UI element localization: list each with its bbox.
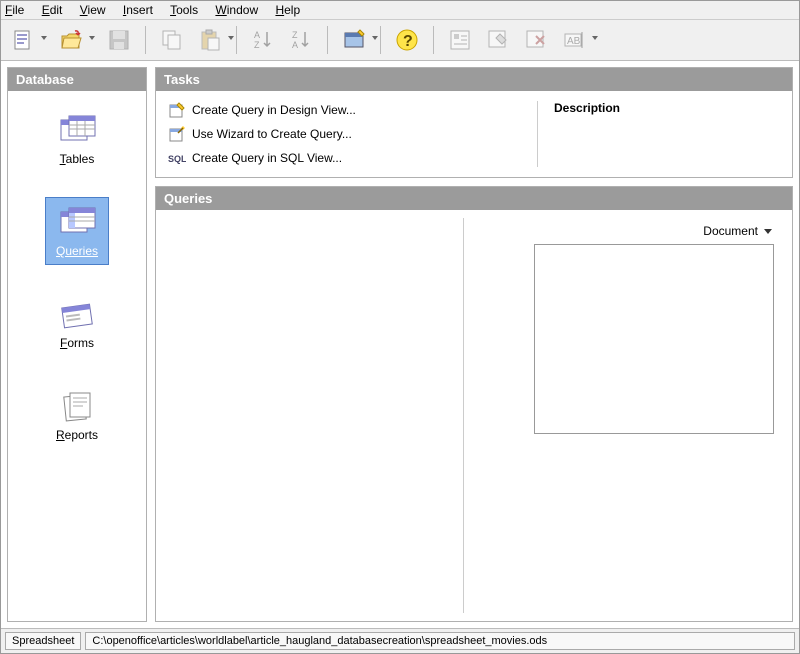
toolbar-separator: [327, 26, 328, 54]
dropdown-arrow-icon: [228, 36, 234, 40]
menu-file[interactable]: File: [5, 3, 24, 17]
svg-text:?: ?: [403, 33, 413, 50]
sort-desc-button[interactable]: Z A: [285, 24, 317, 56]
task-label: Use Wizard to Create Query...: [192, 127, 352, 141]
dropdown-arrow-icon: [592, 36, 598, 40]
task-list: Create Query in Design View... Use Wizar…: [168, 101, 538, 167]
tasks-panel: Tasks Create Query in Design View...: [155, 67, 793, 178]
open-button[interactable]: [55, 24, 87, 56]
sidebar-item-label: Queries: [56, 244, 98, 258]
queries-header: Queries: [156, 187, 792, 210]
sort-asc-icon: A Z: [251, 28, 275, 52]
menu-window[interactable]: Window: [215, 3, 258, 17]
paste-icon: [198, 28, 222, 52]
sidebar-item-queries[interactable]: Queries: [45, 197, 109, 265]
sidebar-header: Database: [8, 68, 146, 91]
document-dropdown[interactable]: Document: [703, 224, 784, 238]
task-label: Create Query in Design View...: [192, 103, 356, 117]
svg-text:AB: AB: [567, 36, 581, 47]
menu-edit[interactable]: Edit: [42, 3, 63, 17]
svg-text:Z: Z: [254, 40, 260, 50]
save-icon: [107, 28, 131, 52]
delete-object-button[interactable]: [520, 24, 552, 56]
toolbar-separator: [380, 26, 381, 54]
main-body: Database Tables: [1, 61, 799, 628]
menubar: File Edit View Insert Tools Window Help: [1, 1, 799, 20]
dropdown-arrow-icon: [764, 229, 772, 234]
queries-icon: [57, 204, 97, 240]
preview-box: [534, 244, 774, 434]
edit-object-button[interactable]: [482, 24, 514, 56]
reports-icon: [57, 388, 97, 424]
document-dropdown-label: Document: [703, 224, 758, 238]
paste-button[interactable]: [194, 24, 226, 56]
design-view-icon: [168, 101, 186, 119]
help-button[interactable]: ?: [391, 24, 423, 56]
copy-icon: [160, 28, 184, 52]
queries-preview-area: Document: [472, 218, 784, 613]
sidebar-nav: Tables Queries: [8, 91, 146, 621]
rename-object-icon: AB: [562, 28, 586, 52]
form-icon: [342, 28, 366, 52]
help-icon: ?: [395, 28, 419, 52]
queries-panel: Queries Document: [155, 186, 793, 622]
svg-text:Z: Z: [292, 30, 298, 40]
dropdown-arrow-icon: [41, 36, 47, 40]
tasks-header: Tasks: [156, 68, 792, 91]
menu-help[interactable]: Help: [275, 3, 300, 17]
sidebar-item-tables[interactable]: Tables: [46, 105, 108, 173]
menu-insert[interactable]: Insert: [123, 3, 153, 17]
sort-asc-button[interactable]: A Z: [247, 24, 279, 56]
save-button[interactable]: [103, 24, 135, 56]
description-label: Description: [554, 101, 780, 115]
menu-tools[interactable]: Tools: [170, 3, 198, 17]
svg-text:SQL: SQL: [168, 154, 186, 164]
rename-object-button[interactable]: AB: [558, 24, 590, 56]
task-use-wizard[interactable]: Use Wizard to Create Query...: [168, 125, 525, 143]
toolbar: A Z Z A ?: [1, 20, 799, 61]
sidebar-item-label: Reports: [56, 428, 98, 442]
delete-object-icon: [524, 28, 548, 52]
dropdown-arrow-icon: [372, 36, 378, 40]
wizard-icon: [168, 125, 186, 143]
svg-text:A: A: [254, 30, 260, 40]
folder-open-icon: [59, 28, 83, 52]
queries-body: Document: [156, 210, 792, 621]
menu-view[interactable]: View: [80, 3, 106, 17]
toolbar-separator: [236, 26, 237, 54]
toolbar-separator: [145, 26, 146, 54]
queries-list-area[interactable]: [164, 218, 464, 613]
toolbar-separator: [433, 26, 434, 54]
task-create-query-design[interactable]: Create Query in Design View...: [168, 101, 525, 119]
sidebar: Database Tables: [7, 67, 147, 622]
edit-object-icon: [486, 28, 510, 52]
statusbar: Spreadsheet C:\openoffice\articles\world…: [1, 628, 799, 653]
sidebar-item-reports[interactable]: Reports: [45, 381, 109, 449]
form-new-button[interactable]: [338, 24, 370, 56]
main-column: Tasks Create Query in Design View...: [155, 67, 793, 622]
status-document-path: C:\openoffice\articles\worldlabel\articl…: [85, 632, 795, 650]
copy-button[interactable]: [156, 24, 188, 56]
open-object-button[interactable]: [444, 24, 476, 56]
status-document-type: Spreadsheet: [5, 632, 81, 650]
tasks-body: Create Query in Design View... Use Wizar…: [156, 91, 792, 177]
sidebar-item-label: Forms: [60, 336, 94, 350]
dropdown-arrow-icon: [89, 36, 95, 40]
sql-view-icon: SQL: [168, 149, 186, 167]
sort-desc-icon: Z A: [289, 28, 313, 52]
svg-text:A: A: [292, 40, 298, 50]
task-create-query-sql[interactable]: SQL Create Query in SQL View...: [168, 149, 525, 167]
task-description-area: Description: [538, 101, 780, 167]
tables-icon: [57, 112, 97, 148]
sidebar-item-label: Tables: [60, 152, 95, 166]
new-document-button[interactable]: [7, 24, 39, 56]
open-object-icon: [448, 28, 472, 52]
forms-icon: [57, 296, 97, 332]
task-label: Create Query in SQL View...: [192, 151, 342, 165]
sidebar-item-forms[interactable]: Forms: [46, 289, 108, 357]
new-document-icon: [11, 28, 35, 52]
